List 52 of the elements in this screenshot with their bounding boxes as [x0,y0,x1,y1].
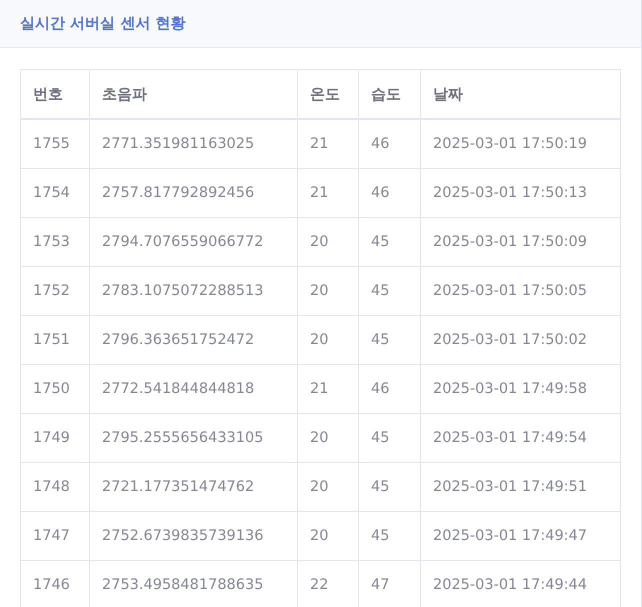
table-cell: 1747 [20,512,90,560]
table-cell: 2772.541844844818 [90,364,298,414]
table-cell: 1755 [20,119,90,168]
table-cell: 2025-03-01 17:49:58 [420,364,620,414]
table-cell: 2025-03-01 17:50:13 [420,168,620,218]
table-cell: 1746 [20,560,90,607]
table-cell: 45 [358,218,420,266]
table-cell: 20 [298,414,358,462]
table-cell: 2025-03-01 17:50:19 [420,119,620,168]
table-cell: 1750 [20,364,90,414]
table-cell: 2721.177351474762 [90,462,298,512]
table-cell: 20 [298,512,358,560]
table-cell: 20 [298,462,358,512]
table-cell: 2025-03-01 17:49:51 [420,462,620,512]
table-cell: 45 [358,512,420,560]
table-cell: 1753 [20,218,90,266]
table-cell: 2025-03-01 17:50:02 [420,316,620,364]
table-cell: 46 [358,364,420,414]
table-cell: 21 [298,168,358,218]
table-cell: 2025-03-01 17:49:54 [420,414,620,462]
table-cell: 21 [298,364,358,414]
table-cell: 21 [298,119,358,168]
table-cell: 46 [358,119,420,168]
table-cell: 2795.2555656433105 [90,414,298,462]
table-cell: 2771.351981163025 [90,119,298,168]
column-header: 습도 [358,70,420,119]
table-cell: 1749 [20,414,90,462]
table-cell: 45 [358,414,420,462]
card-title: 실시간 서버실 센서 현황 [20,14,186,33]
table-cell: 46 [358,168,420,218]
column-header: 번호 [20,70,90,119]
table-cell: 2025-03-01 17:50:09 [420,218,620,266]
table-cell: 2796.363651752472 [90,316,298,364]
table-cell: 1752 [20,266,90,316]
table-cell: 45 [358,316,420,364]
column-header: 날짜 [420,70,620,119]
table-cell: 2025-03-01 17:49:47 [420,512,620,560]
table-cell: 1754 [20,168,90,218]
column-header: 온도 [298,70,358,119]
table-cell: 20 [298,266,358,316]
table-cell: 45 [358,462,420,512]
table-cell: 45 [358,266,420,316]
table-cell: 1748 [20,462,90,512]
table-cell: 20 [298,316,358,364]
table-cell: 1751 [20,316,90,364]
column-header: 초음파 [90,70,298,119]
table-cell: 2757.817792892456 [90,168,298,218]
table-cell: 20 [298,218,358,266]
table-cell: 2025-03-01 17:50:05 [420,266,620,316]
table-cell: 2752.6739835739136 [90,512,298,560]
table-cell: 2794.7076559066772 [90,218,298,266]
table-cell: 2783.1075072288513 [90,266,298,316]
